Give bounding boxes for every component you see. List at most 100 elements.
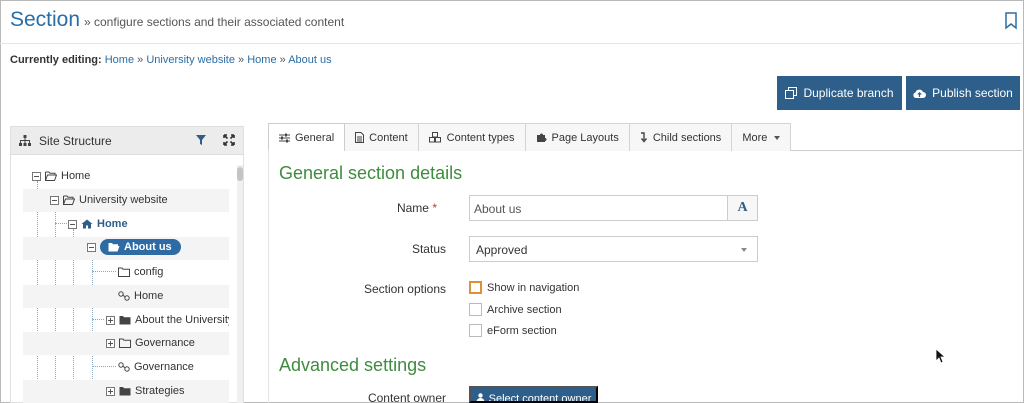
site-structure-panel: Site Structure Home University website H… bbox=[10, 126, 244, 403]
breadcrumb-link[interactable]: About us bbox=[288, 54, 331, 66]
tree-node[interactable]: About the University bbox=[23, 309, 229, 332]
checkbox[interactable] bbox=[469, 303, 482, 316]
tree-node-label: University website bbox=[79, 194, 168, 206]
checkbox-label: Show in navigation bbox=[487, 281, 580, 294]
sitemap-icon bbox=[19, 135, 31, 146]
content-owner-label: Content owner bbox=[367, 391, 446, 403]
level-down-icon bbox=[640, 132, 647, 143]
checkbox-label: eForm section bbox=[487, 324, 557, 337]
scrollbar-thumb[interactable] bbox=[237, 167, 243, 181]
folder-open-icon bbox=[45, 171, 57, 181]
filter-icon[interactable] bbox=[195, 134, 207, 146]
tab-child-sections[interactable]: Child sections bbox=[628, 123, 733, 151]
tree-node-label: config bbox=[134, 266, 164, 278]
collapse-toggle[interactable] bbox=[87, 242, 96, 252]
status-select[interactable]: Approved bbox=[469, 236, 758, 262]
puzzle-icon bbox=[536, 133, 547, 142]
selected-node-pill[interactable]: About us bbox=[100, 239, 181, 255]
option-archive-section[interactable]: Archive section bbox=[469, 303, 562, 316]
name-value: About us bbox=[474, 202, 522, 216]
copy-icon bbox=[785, 87, 798, 99]
breadcrumb-separator: » bbox=[279, 54, 286, 66]
tree-node-label: Home bbox=[134, 290, 164, 302]
chevron-down-icon bbox=[741, 248, 747, 252]
option-show-in-navigation[interactable]: Show in navigation bbox=[469, 281, 579, 294]
tab-content[interactable]: Content bbox=[344, 123, 419, 151]
font-style-button[interactable]: A bbox=[727, 196, 757, 220]
tree-node-label: Home bbox=[61, 170, 91, 182]
tab-label: Content bbox=[369, 131, 408, 144]
caret-down-icon bbox=[774, 135, 781, 140]
status-value: Approved bbox=[476, 243, 528, 257]
tree-node-label: Strategies bbox=[135, 385, 185, 397]
tree-node[interactable]: Governance bbox=[23, 356, 229, 379]
expand-icon[interactable] bbox=[223, 134, 235, 146]
folder-icon bbox=[119, 387, 131, 396]
folder-icon bbox=[119, 338, 131, 348]
page-title: Section bbox=[10, 8, 81, 31]
page-subtitle: » configure sections and their associate… bbox=[84, 15, 345, 29]
mouse-cursor-icon bbox=[935, 348, 945, 364]
checkbox[interactable] bbox=[469, 281, 482, 294]
name-field[interactable]: About us A bbox=[469, 195, 758, 221]
collapse-toggle[interactable] bbox=[32, 171, 41, 181]
breadcrumb-link[interactable]: Home bbox=[247, 54, 276, 66]
tab-more[interactable]: More bbox=[731, 123, 792, 151]
expand-toggle[interactable] bbox=[106, 315, 115, 325]
status-label: Status bbox=[411, 242, 446, 256]
site-tree: Home University website Home About us co… bbox=[23, 165, 229, 403]
name-label-text: Name bbox=[396, 201, 429, 215]
breadcrumb-link[interactable]: University website bbox=[146, 54, 235, 66]
document-icon bbox=[355, 132, 365, 143]
cloud-upload-icon bbox=[913, 89, 927, 98]
tree-node[interactable]: Home bbox=[23, 285, 229, 308]
publish-section-button[interactable]: Publish section bbox=[906, 76, 1020, 110]
tree-node-label: Home bbox=[97, 218, 128, 230]
tree-node[interactable]: Home bbox=[23, 165, 229, 188]
breadcrumb-label: Currently editing: bbox=[10, 54, 102, 66]
checkbox[interactable] bbox=[469, 324, 482, 337]
tree-node[interactable]: University website bbox=[23, 189, 229, 212]
tree-node[interactable]: Governance bbox=[23, 332, 229, 355]
expand-toggle[interactable] bbox=[106, 386, 115, 396]
publish-section-label: Publish section bbox=[932, 86, 1013, 100]
tree-node-selected[interactable]: About us bbox=[23, 237, 229, 260]
breadcrumb-separator: » bbox=[137, 54, 144, 66]
tab-page-layouts[interactable]: Page Layouts bbox=[524, 123, 630, 151]
expand-toggle[interactable] bbox=[106, 338, 115, 348]
tree-node-label: About the University bbox=[135, 314, 229, 326]
collapse-toggle[interactable] bbox=[50, 195, 59, 205]
select-content-owner-button[interactable]: Select content owner bbox=[469, 386, 598, 403]
required-marker: * bbox=[432, 201, 437, 215]
tab-general[interactable]: General bbox=[268, 123, 346, 151]
sliders-icon bbox=[279, 133, 290, 142]
tab-content-types[interactable]: Content types bbox=[417, 123, 526, 151]
duplicate-branch-label: Duplicate branch bbox=[803, 86, 894, 100]
tree-scrollbar[interactable] bbox=[237, 165, 243, 403]
user-icon bbox=[476, 393, 484, 401]
tree-node[interactable]: Home bbox=[23, 213, 229, 236]
tab-label: Child sections bbox=[652, 131, 722, 144]
tree-node-label: About us bbox=[124, 241, 172, 253]
bookmark-icon[interactable] bbox=[1004, 12, 1018, 30]
folder-open-icon bbox=[108, 243, 120, 252]
home-icon bbox=[81, 219, 93, 229]
section-tabs: General Content Content types Page Layou… bbox=[268, 123, 1022, 151]
collapse-toggle[interactable] bbox=[68, 219, 77, 229]
tree-node[interactable]: config bbox=[23, 261, 229, 284]
select-content-owner-label: Select content owner bbox=[488, 393, 592, 403]
name-label: Name * bbox=[257, 201, 437, 215]
breadcrumb-separator: » bbox=[238, 54, 245, 66]
page-header: Section » configure sections and their a… bbox=[0, 0, 1022, 44]
breadcrumb-link[interactable]: Home bbox=[105, 54, 134, 66]
folder-icon bbox=[119, 316, 131, 325]
site-structure-title: Site Structure bbox=[39, 134, 112, 148]
duplicate-branch-button[interactable]: Duplicate branch bbox=[777, 76, 902, 110]
cubes-icon bbox=[428, 132, 441, 143]
tab-label: General bbox=[295, 131, 335, 144]
folder-open-icon bbox=[63, 195, 75, 205]
option-eform-section[interactable]: eForm section bbox=[469, 324, 557, 337]
tree-node-label: Governance bbox=[134, 361, 194, 373]
checkbox-label: Archive section bbox=[487, 303, 562, 316]
tree-node[interactable]: Strategies bbox=[23, 380, 229, 403]
